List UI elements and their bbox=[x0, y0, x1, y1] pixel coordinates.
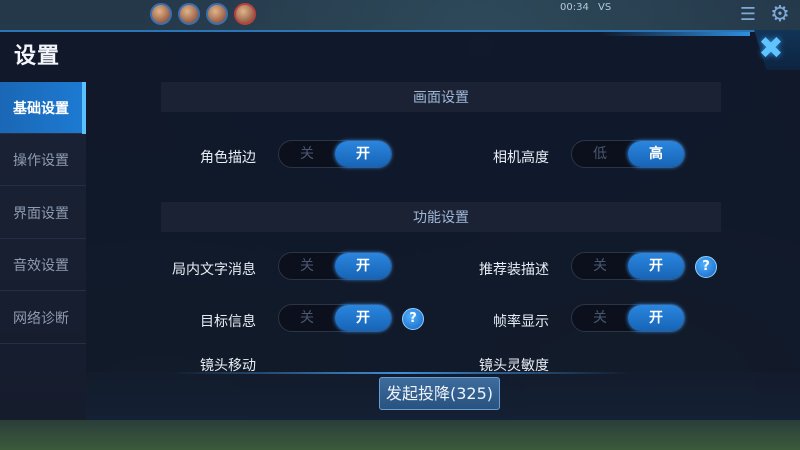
sidebar-item-interface[interactable]: 界面设置 bbox=[0, 187, 86, 239]
recommended-gear-label: 推荐装描述 bbox=[479, 262, 549, 278]
bottom-glow-line bbox=[170, 372, 630, 374]
close-icon[interactable]: ✖ bbox=[754, 32, 788, 66]
sidebar-item-basic[interactable]: 基础设置 bbox=[0, 82, 86, 134]
page-title: 设置 bbox=[14, 44, 61, 69]
toggle-off-option[interactable]: 关 bbox=[279, 305, 335, 331]
role-outline-toggle[interactable]: 关 开 bbox=[278, 140, 392, 168]
sidebar: 基础设置 操作设置 界面设置 音效设置 网络诊断 bbox=[0, 82, 86, 422]
role-outline-label: 角色描边 bbox=[200, 150, 256, 166]
toggle-on-option[interactable]: 开 bbox=[335, 141, 391, 167]
section-header-display: 画面设置 bbox=[161, 82, 721, 112]
in-game-text-toggle[interactable]: 关 开 bbox=[278, 252, 392, 280]
toggle-high-option[interactable]: 高 bbox=[628, 141, 684, 167]
hud-timer: 00:34 VS bbox=[560, 2, 611, 13]
frame-rate-label: 帧率显示 bbox=[493, 314, 549, 330]
title-decoration bbox=[600, 32, 750, 36]
section-header-function: 功能设置 bbox=[161, 202, 721, 232]
sidebar-item-label: 基础设置 bbox=[13, 100, 69, 117]
ally-avatar bbox=[150, 3, 172, 25]
toggle-on-option[interactable]: 开 bbox=[335, 305, 391, 331]
toggle-on-option[interactable]: 开 bbox=[628, 253, 684, 279]
toggle-low-option[interactable]: 低 bbox=[572, 141, 628, 167]
settings-modal: 设置 ✖ 基础设置 操作设置 界面设置 音效设置 网络诊断 画面设置 角色描边 … bbox=[0, 30, 800, 422]
toggle-on-option[interactable]: 开 bbox=[335, 253, 391, 279]
section-title: 画面设置 bbox=[413, 90, 469, 106]
toggle-off-option[interactable]: 关 bbox=[279, 253, 335, 279]
gear-icon[interactable]: ⚙ bbox=[768, 3, 792, 27]
help-icon[interactable]: ? bbox=[695, 256, 717, 278]
recommended-gear-toggle[interactable]: 关 开 bbox=[571, 252, 685, 280]
toggle-on-option[interactable]: 开 bbox=[628, 305, 684, 331]
frame-rate-toggle[interactable]: 关 开 bbox=[571, 304, 685, 332]
section-title: 功能设置 bbox=[413, 210, 469, 226]
sidebar-item-label: 网络诊断 bbox=[13, 310, 69, 327]
menu-icon[interactable]: ☰ bbox=[738, 6, 758, 24]
top-hud: 00:34 VS ☰ ⚙ bbox=[0, 0, 800, 30]
help-icon[interactable]: ? bbox=[402, 308, 424, 330]
timer-text: 00:34 bbox=[560, 2, 589, 13]
surrender-button[interactable]: 发起投降(325) bbox=[379, 377, 500, 410]
ally-avatar bbox=[206, 3, 228, 25]
sidebar-item-controls[interactable]: 操作设置 bbox=[0, 134, 86, 186]
sidebar-item-label: 音效设置 bbox=[13, 257, 69, 274]
sidebar-item-label: 操作设置 bbox=[13, 152, 69, 169]
sidebar-item-network[interactable]: 网络诊断 bbox=[0, 292, 86, 344]
ally-avatar bbox=[178, 3, 200, 25]
camera-height-toggle[interactable]: 低 高 bbox=[571, 140, 685, 168]
settings-content: 画面设置 角色描边 关 开 相机高度 低 高 功能设置 局内文字消息 关 开 推… bbox=[86, 82, 800, 422]
sidebar-item-sound[interactable]: 音效设置 bbox=[0, 239, 86, 291]
enemy-avatar bbox=[234, 3, 256, 25]
in-game-text-label: 局内文字消息 bbox=[172, 262, 256, 278]
target-info-toggle[interactable]: 关 开 bbox=[278, 304, 392, 332]
sidebar-item-label: 界面设置 bbox=[13, 205, 69, 222]
vs-text: VS bbox=[598, 2, 612, 13]
camera-height-label: 相机高度 bbox=[493, 150, 549, 166]
toggle-off-option[interactable]: 关 bbox=[279, 141, 335, 167]
target-info-label: 目标信息 bbox=[200, 314, 256, 330]
toggle-off-option[interactable]: 关 bbox=[572, 253, 628, 279]
game-background-bottom bbox=[0, 420, 800, 450]
toggle-off-option[interactable]: 关 bbox=[572, 305, 628, 331]
